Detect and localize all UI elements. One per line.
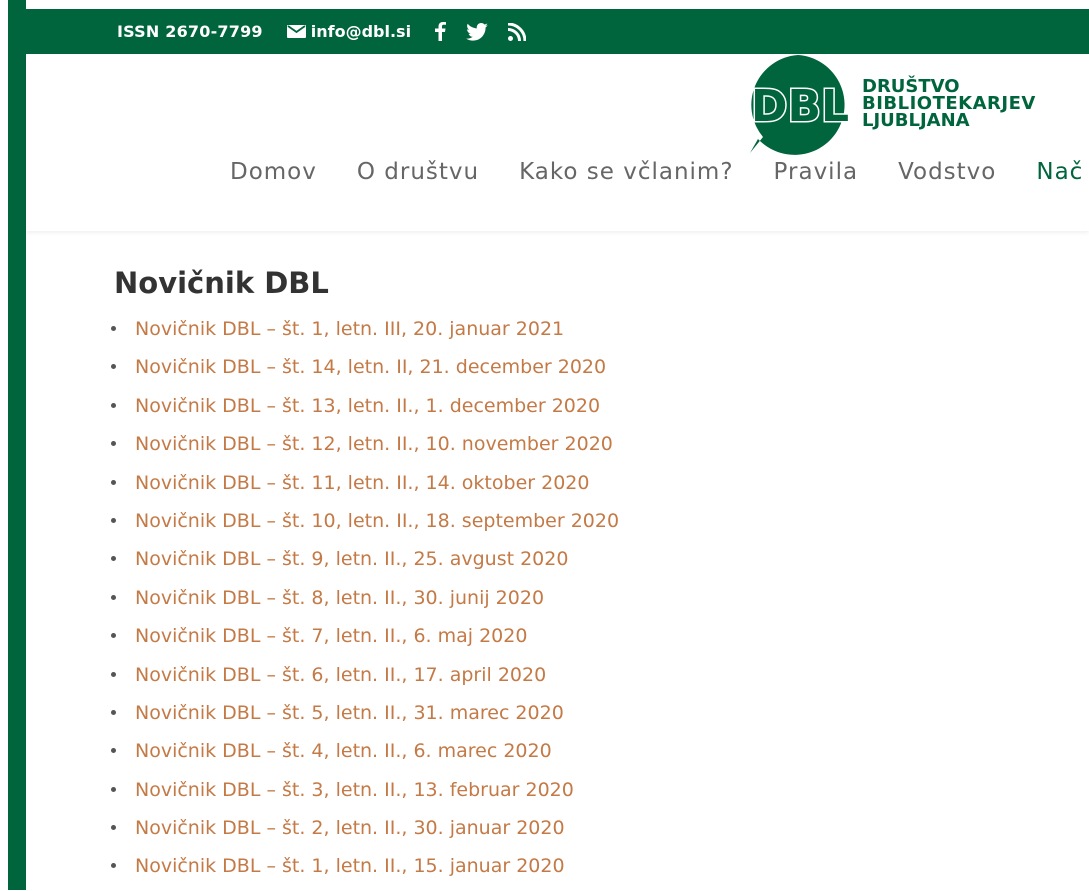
envelope-icon <box>286 25 306 38</box>
twitter-icon[interactable] <box>466 22 488 41</box>
email-text: info@dbl.si <box>310 22 412 41</box>
newsletter-link[interactable]: Novičnik DBL – št. 14, letn. II, 21. dec… <box>135 356 606 378</box>
newsletter-link[interactable]: Novičnik DBL – št. 13, letn. II., 1. dec… <box>135 395 600 417</box>
list-item: Novičnik DBL – št. 2, letn. II., 30. jan… <box>110 814 619 852</box>
list-item: Novičnik DBL – št. 1, letn. II., 15. jan… <box>110 852 619 890</box>
newsletter-link[interactable]: Novičnik DBL – št. 10, letn. II., 18. se… <box>135 510 619 532</box>
issn-text: ISSN 2670-7799 <box>117 22 263 41</box>
newsletter-link[interactable]: Novičnik DBL – št. 9, letn. II., 25. avg… <box>135 548 568 570</box>
list-item: Novičnik DBL – št. 12, letn. II., 10. no… <box>110 430 619 468</box>
list-item: Novičnik DBL – št. 13, letn. II., 1. dec… <box>110 392 619 430</box>
nav-item-vodstvo[interactable]: Vodstvo <box>898 159 996 185</box>
newsletter-link[interactable]: Novičnik DBL – št. 4, letn. II., 6. mare… <box>135 740 552 762</box>
newsletter-link[interactable]: Novičnik DBL – št. 7, letn. II., 6. maj … <box>135 625 527 647</box>
newsletter-link[interactable]: Novičnik DBL – št. 5, letn. II., 31. mar… <box>135 702 564 724</box>
page-title: Novičnik DBL <box>114 266 329 300</box>
list-item: Novičnik DBL – št. 1, letn. III, 20. jan… <box>110 315 619 353</box>
newsletter-link[interactable]: Novičnik DBL – št. 12, letn. II., 10. no… <box>135 433 613 455</box>
newsletter-link[interactable]: Novičnik DBL – št. 1, letn. II., 15. jan… <box>135 855 565 877</box>
rss-icon[interactable] <box>508 22 527 41</box>
list-item: Novičnik DBL – št. 6, letn. II., 17. apr… <box>110 661 619 699</box>
list-item: Novičnik DBL – št. 10, letn. II., 18. se… <box>110 507 619 545</box>
newsletter-list: Novičnik DBL – št. 1, letn. III, 20. jan… <box>110 315 619 891</box>
top-bar: ISSN 2670-7799 info@dbl.si <box>8 9 1089 54</box>
list-item: Novičnik DBL – št. 5, letn. II., 31. mar… <box>110 699 619 737</box>
main-content: Novičnik DBL Novičnik DBL – št. 1, letn.… <box>110 265 619 891</box>
nav-item-active[interactable]: Nač <box>1036 159 1083 185</box>
nav-item-kako-se-vclanim[interactable]: Kako se včlanim? <box>519 159 733 185</box>
site-header: DBL DRUŠTVO BIBLIOTEKARJEV LJUBLJANA Dom… <box>26 54 1089 231</box>
newsletter-link[interactable]: Novičnik DBL – št. 11, letn. II., 14. ok… <box>135 472 589 494</box>
newsletter-link[interactable]: Novičnik DBL – št. 1, letn. III, 20. jan… <box>135 318 564 340</box>
page-margin <box>0 0 8 890</box>
newsletter-link[interactable]: Novičnik DBL – št. 2, letn. II., 30. jan… <box>135 817 565 839</box>
left-green-rail <box>8 0 26 890</box>
newsletter-link[interactable]: Novičnik DBL – št. 6, letn. II., 17. apr… <box>135 664 546 686</box>
facebook-icon[interactable] <box>435 22 447 41</box>
email-link[interactable]: info@dbl.si <box>286 22 412 41</box>
nav-item-pravila[interactable]: Pravila <box>774 159 859 185</box>
main-nav: Domov O društvu Kako se včlanim? Pravila… <box>230 159 1089 185</box>
list-item: Novičnik DBL – št. 7, letn. II., 6. maj … <box>110 622 619 660</box>
newsletter-link[interactable]: Novičnik DBL – št. 3, letn. II., 13. feb… <box>135 779 574 801</box>
logo-mark: DBL <box>751 81 849 132</box>
list-item: Novičnik DBL – št. 11, letn. II., 14. ok… <box>110 469 619 507</box>
nav-item-o-drustvu[interactable]: O društvu <box>357 159 479 185</box>
list-item: Novičnik DBL – št. 4, letn. II., 6. mare… <box>110 737 619 775</box>
list-item: Novičnik DBL – št. 14, letn. II, 21. dec… <box>110 353 619 391</box>
list-item: Novičnik DBL – št. 8, letn. II., 30. jun… <box>110 584 619 622</box>
logo-wordmark: DRUŠTVO BIBLIOTEKARJEV LJUBLJANA <box>862 78 1036 131</box>
nav-item-domov[interactable]: Domov <box>230 159 317 185</box>
logo-line-3: LJUBLJANA <box>862 110 970 131</box>
list-item: Novičnik DBL – št. 9, letn. II., 25. avg… <box>110 545 619 583</box>
list-item: Novičnik DBL – št. 3, letn. II., 13. feb… <box>110 776 619 814</box>
newsletter-link[interactable]: Novičnik DBL – št. 8, letn. II., 30. jun… <box>135 587 544 609</box>
social-links <box>435 22 546 41</box>
